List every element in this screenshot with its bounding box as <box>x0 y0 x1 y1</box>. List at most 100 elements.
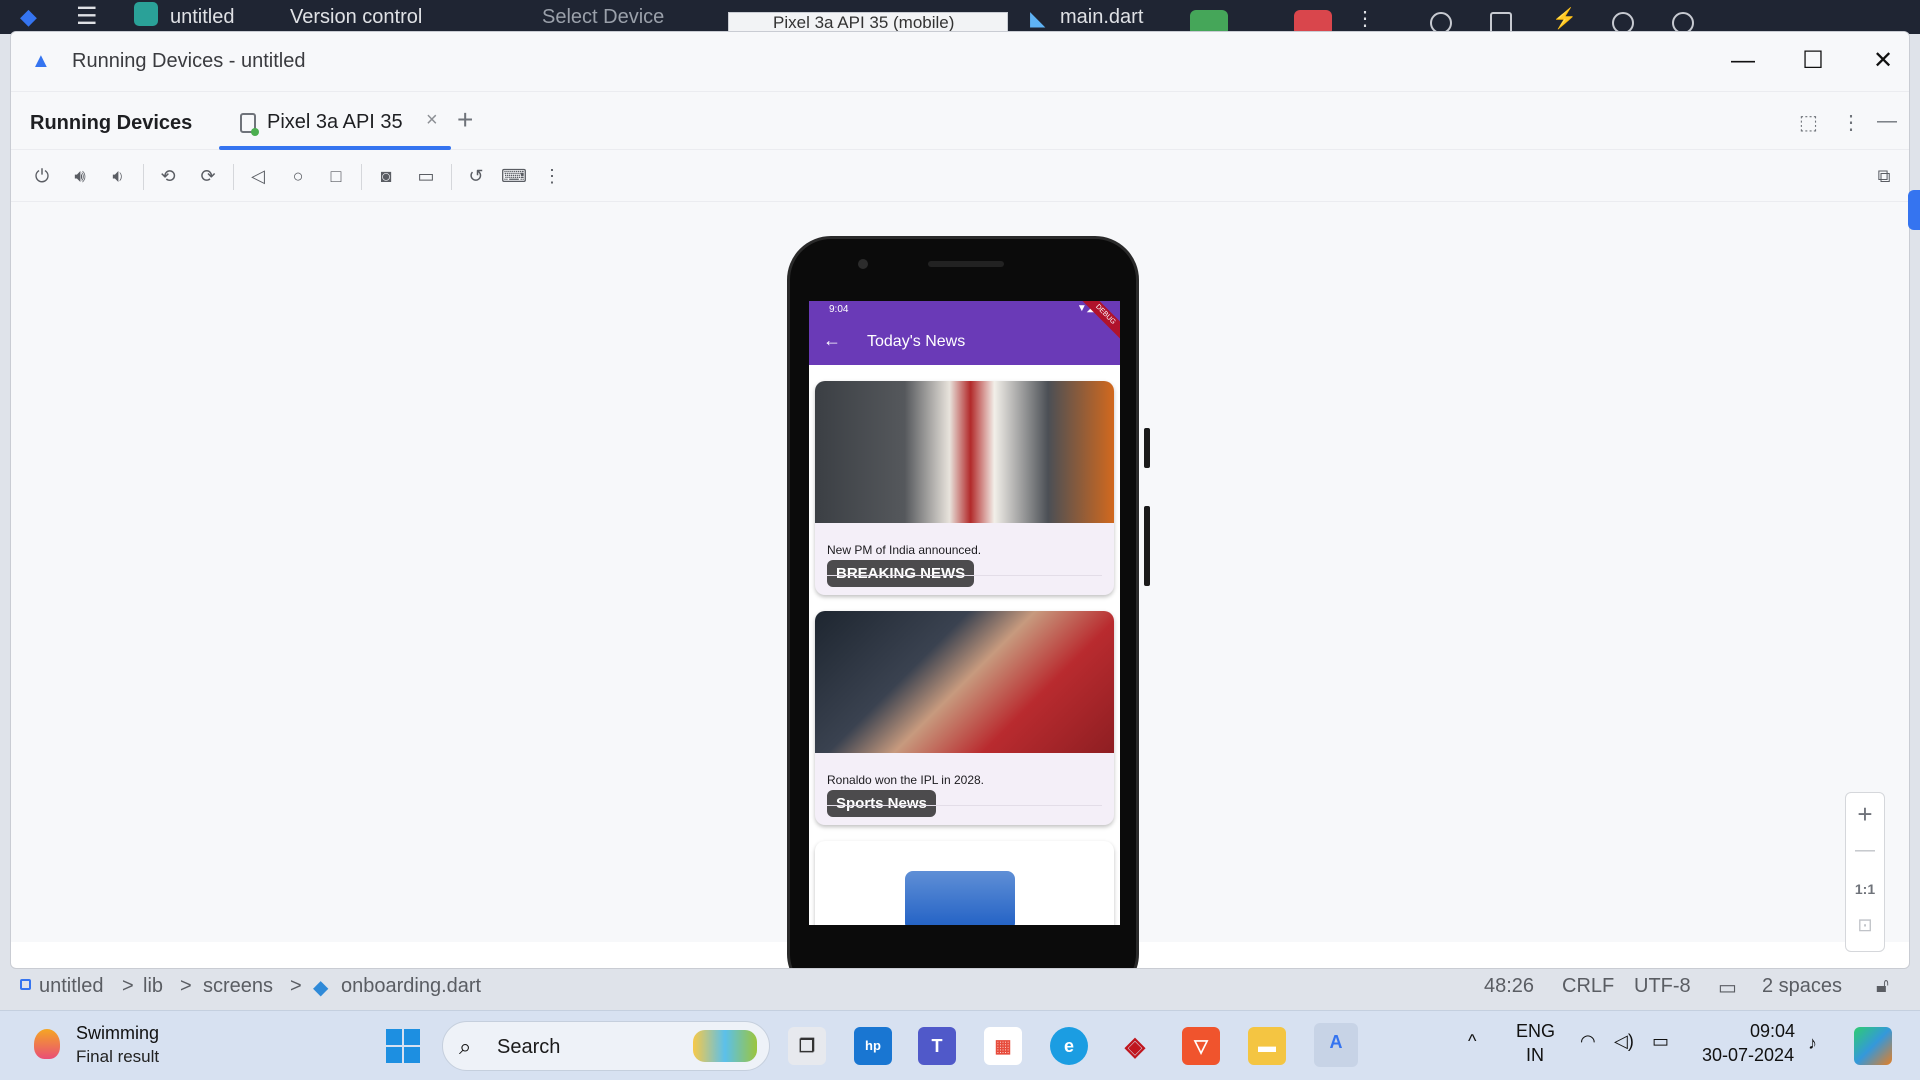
breadcrumb-lib[interactable]: lib <box>143 975 163 998</box>
volume-down-icon[interactable]: 🔉︎ <box>105 163 131 189</box>
line-separator[interactable]: CRLF <box>1562 975 1614 998</box>
window-titlebar: ▲ Running Devices - untitled — ☐ ✕ <box>11 32 1909 92</box>
phone-screen[interactable]: 9:04 ▼◢▮ ← Today's News DEBUG BREAKING N… <box>809 301 1120 925</box>
zoom-fit-icon[interactable]: ⊡ <box>1846 915 1884 936</box>
notification-edge <box>1908 190 1920 230</box>
category-badge: Sports News <box>827 790 936 817</box>
keyboard-icon[interactable]: ⌨ <box>501 163 527 189</box>
back-arrow-icon[interactable]: ← <box>823 330 841 351</box>
wifi-icon[interactable]: ◠ <box>1580 1031 1596 1052</box>
task-view-icon[interactable]: ❐ <box>788 1027 826 1065</box>
edge-icon[interactable]: e <box>1050 1027 1088 1065</box>
emulator-toolbar: ⏻ 🔊︎ 🔉︎ ⟲ ⟳ ◁ ○ □ ◙ ▭ ↺ ⌨ ⋮ ⧉ <box>11 150 1909 202</box>
breadcrumb-project[interactable]: untitled <box>39 975 104 998</box>
news-description: New PM of India announced. <box>827 543 982 557</box>
toolbar-separator <box>451 164 452 190</box>
options-icon[interactable]: ⋮ <box>1841 110 1861 135</box>
weather-widget-icon[interactable] <box>34 1029 60 1059</box>
maximize-button[interactable]: ☐ <box>1798 46 1828 76</box>
tab-label: Pixel 3a API 35 <box>267 111 403 133</box>
run-config-selector[interactable]: main.dart <box>1060 6 1143 29</box>
taskbar-search[interactable]: ⌕ Search <box>442 1021 770 1071</box>
project-selector[interactable]: untitled <box>170 6 235 29</box>
card-divider <box>827 805 1102 806</box>
breadcrumb-separator: > <box>122 975 134 997</box>
dart-file-icon: ◆ <box>313 977 329 999</box>
more-icon[interactable]: ⋮ <box>539 163 565 189</box>
copilot-icon[interactable] <box>1854 1027 1892 1065</box>
overview-icon[interactable]: □ <box>323 163 349 189</box>
widget-title[interactable]: Swimming <box>76 1023 159 1044</box>
vcs-selector[interactable]: Version control <box>290 6 422 29</box>
device-select[interactable]: Select Device <box>542 6 664 29</box>
module-icon <box>20 979 31 990</box>
breadcrumb-file[interactable]: onboarding.dart <box>341 975 481 998</box>
panel-tabbar: Running Devices Pixel 3a API 35 × + ⬚ ⋮ … <box>11 92 1909 150</box>
indent-setting[interactable]: 2 spaces <box>1762 975 1842 998</box>
language-top[interactable]: ENG <box>1516 1021 1555 1042</box>
windows-taskbar: Swimming Final result ⌕ Search ❐ hp T ▦ … <box>0 1010 1920 1080</box>
clock-time[interactable]: 09:04 <box>1750 1021 1795 1042</box>
news-card[interactable] <box>815 841 1114 925</box>
record-icon[interactable]: ▭ <box>413 163 439 189</box>
minimize-button[interactable]: — <box>1728 46 1758 76</box>
teams-icon[interactable]: T <box>918 1027 956 1065</box>
breadcrumb-screens[interactable]: screens <box>203 975 273 998</box>
home-icon[interactable]: ○ <box>285 163 311 189</box>
add-device-button[interactable]: + <box>457 104 473 136</box>
android-studio-taskbar-icon[interactable]: A <box>1314 1023 1358 1067</box>
running-devices-window: ▲ Running Devices - untitled — ☐ ✕ Runni… <box>10 31 1910 969</box>
news-image <box>905 871 1015 925</box>
volume-up-icon[interactable]: 🔊︎ <box>67 163 93 189</box>
myhp-icon[interactable]: hp <box>854 1027 892 1065</box>
back-icon[interactable]: ◁ <box>245 163 271 189</box>
readonly-toggle-icon[interactable]: ▭ <box>1718 975 1737 1000</box>
file-explorer-icon[interactable]: ▬ <box>1248 1027 1286 1065</box>
zoom-out-button[interactable]: — <box>1846 839 1884 862</box>
widget-subtitle[interactable]: Final result <box>76 1047 159 1067</box>
zoom-in-button[interactable]: + <box>1846 799 1884 830</box>
dart-icon: ◣ <box>1030 8 1046 30</box>
device-running-icon <box>240 113 259 136</box>
volume-icon[interactable]: ◁) <box>1614 1031 1634 1052</box>
news-image <box>815 611 1114 753</box>
power-icon[interactable]: ⏻ <box>29 163 55 189</box>
language-bottom[interactable]: IN <box>1526 1045 1544 1066</box>
app-bar: ← Today's News <box>809 319 1120 365</box>
lightning-icon[interactable]: ⚡ <box>1552 6 1577 31</box>
reset-icon[interactable]: ↺ <box>463 163 489 189</box>
card-divider <box>827 575 1102 576</box>
news-card[interactable]: Sports News Ronaldo won the IPL in 2028. <box>815 611 1114 825</box>
tab-pixel-3a[interactable]: Pixel 3a API 35 × <box>219 92 451 150</box>
device-explorer-icon[interactable]: ⧉ <box>1871 163 1897 189</box>
status-time: 9:04 <box>829 304 849 315</box>
restore-icon[interactable]: ⬚ <box>1799 110 1818 135</box>
screenshot-icon[interactable]: ◙ <box>373 163 399 189</box>
tab-close-icon[interactable]: × <box>426 109 438 132</box>
rotate-right-icon[interactable]: ⟳ <box>195 163 221 189</box>
hide-panel-icon[interactable]: — <box>1877 110 1897 133</box>
zoom-actual-size-button[interactable]: 1:1 <box>1846 881 1884 897</box>
mcafee-icon[interactable]: ◈ <box>1116 1027 1154 1065</box>
category-badge: BREAKING NEWS <box>827 560 975 587</box>
more-actions-icon[interactable]: ⋮ <box>1355 6 1375 31</box>
android-studio-logo-icon: ◆ <box>20 4 37 29</box>
brave-icon[interactable]: ▽ <box>1182 1027 1220 1065</box>
news-card[interactable]: BREAKING NEWS New PM of India announced. <box>815 381 1114 595</box>
caret-position[interactable]: 48:26 <box>1484 975 1534 998</box>
store-icon[interactable]: ▦ <box>984 1027 1022 1065</box>
main-menu-icon[interactable]: ☰ <box>76 2 98 31</box>
window-title: Running Devices - untitled <box>72 50 306 72</box>
notification-bell-icon[interactable]: ♪ <box>1808 1033 1817 1054</box>
battery-icon[interactable]: ▭ <box>1652 1031 1669 1052</box>
close-button[interactable]: ✕ <box>1868 46 1898 76</box>
lock-icon[interactable]: 🔓︎ <box>1876 975 1889 998</box>
rotate-left-icon[interactable]: ⟲ <box>155 163 181 189</box>
news-description: Ronaldo won the IPL in 2028. <box>827 773 985 787</box>
start-button[interactable] <box>386 1029 420 1063</box>
news-list[interactable]: BREAKING NEWS New PM of India announced.… <box>809 365 1120 925</box>
clock-date[interactable]: 30-07-2024 <box>1702 1045 1794 1066</box>
show-hidden-icons[interactable]: ^ <box>1468 1031 1476 1052</box>
file-encoding[interactable]: UTF-8 <box>1634 975 1691 998</box>
phone-power-button <box>1144 428 1150 468</box>
